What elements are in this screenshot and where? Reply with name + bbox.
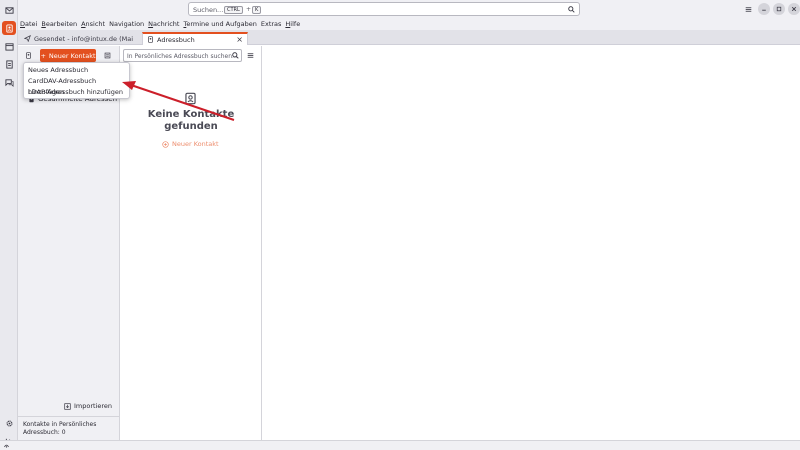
status-bar [0, 440, 800, 450]
connection-icon [4, 444, 9, 448]
annotation-arrow [122, 81, 235, 121]
